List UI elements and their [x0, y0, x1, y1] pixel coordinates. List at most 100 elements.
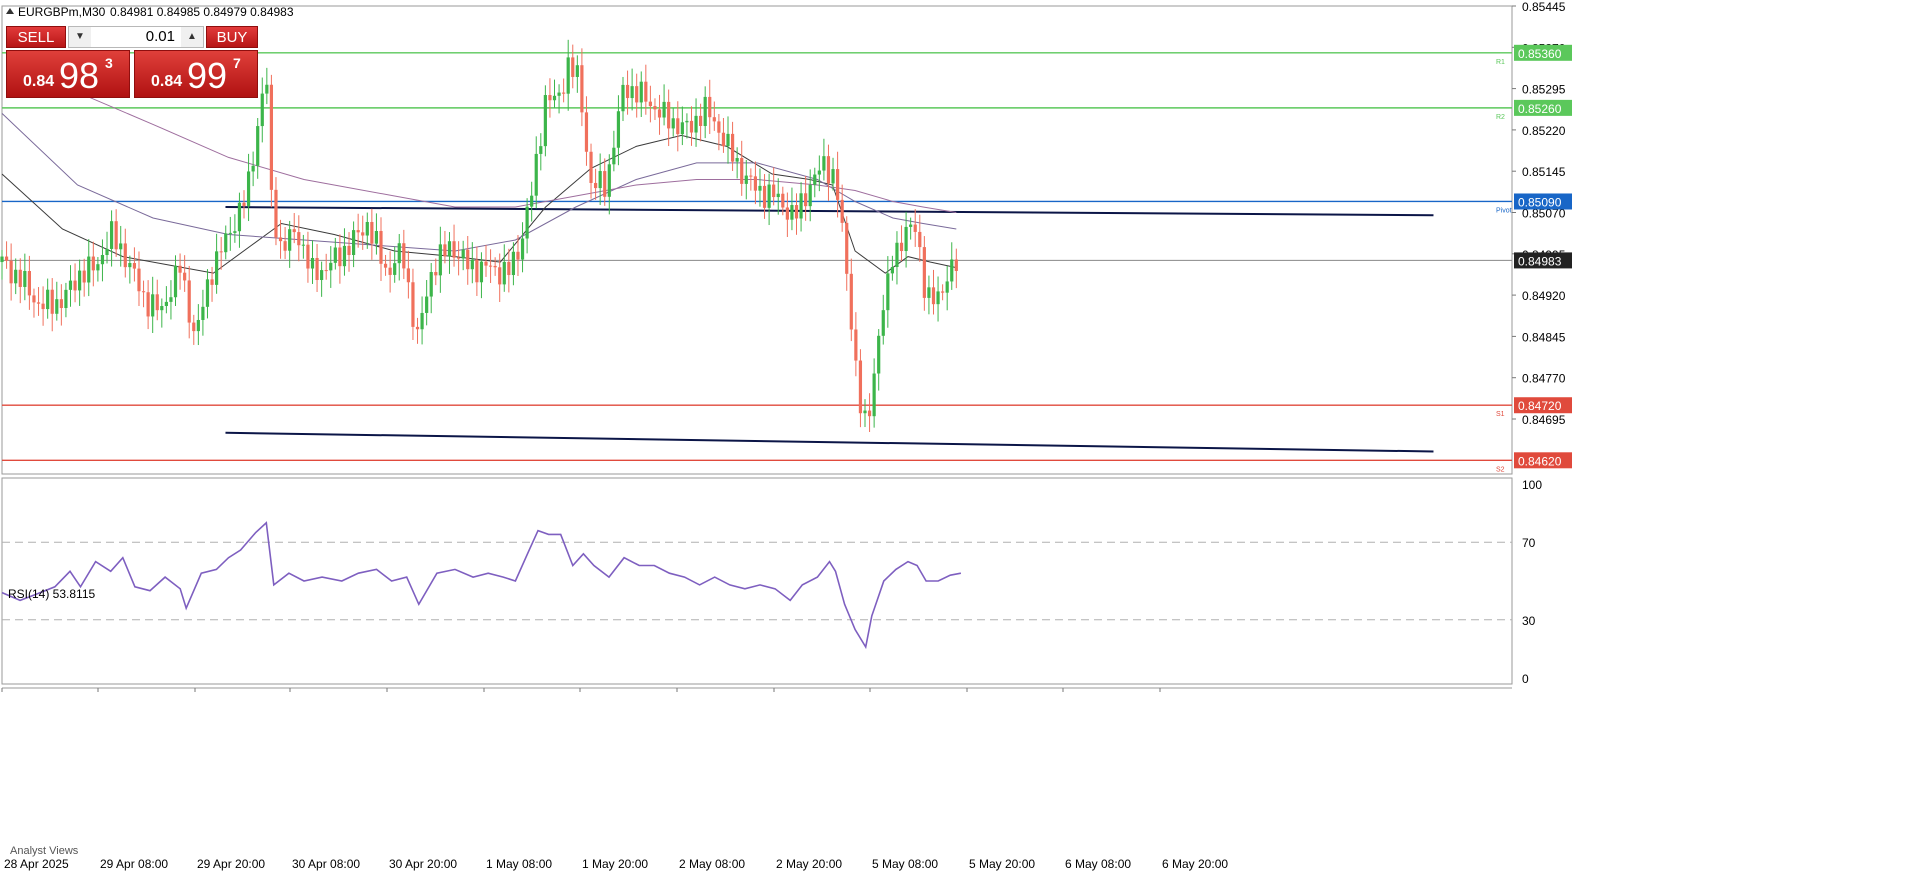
candle-body [23, 271, 27, 287]
candle-body [552, 95, 557, 101]
candle-body [283, 241, 287, 251]
candle-body [899, 242, 904, 252]
sell-price-box[interactable]: 0.84 98 3 [6, 50, 130, 98]
candle-body [639, 81, 643, 103]
candle-body [822, 156, 826, 171]
candle-body [173, 265, 178, 298]
candle-body [890, 267, 894, 274]
candle-body [361, 232, 365, 236]
chart-window: 0.854450.853700.852950.852200.851450.850… [0, 0, 1916, 874]
candle-body [598, 171, 602, 189]
candle-body [886, 273, 890, 311]
candle-body [927, 287, 931, 298]
candle-body [169, 297, 173, 302]
candle-body [68, 280, 73, 290]
candle-body [699, 115, 703, 127]
candle-body [9, 260, 13, 284]
candle-body [342, 245, 347, 267]
candle-body [794, 205, 799, 219]
price-axis-label: 0.85445 [1522, 0, 1566, 14]
candle-body [178, 265, 182, 273]
candle-body [78, 270, 82, 291]
candle-body [137, 268, 141, 292]
candle-body [589, 151, 593, 183]
candle-body [461, 249, 465, 259]
candle-body [274, 189, 278, 238]
candle-body [484, 261, 488, 266]
candle-body [767, 184, 771, 208]
candle-body [543, 95, 547, 147]
candle-body [14, 269, 18, 284]
candle-body [950, 259, 954, 282]
candle-body [114, 221, 118, 250]
candle-body [872, 373, 876, 417]
candle-body [758, 185, 762, 191]
sell-button[interactable]: SELL [6, 26, 66, 48]
candle-body [689, 120, 694, 133]
candle-body [466, 249, 470, 270]
candle-body [593, 182, 598, 189]
candle-body [301, 244, 305, 246]
price-axis-label: 0.84770 [1522, 372, 1566, 386]
candle-body [160, 306, 164, 311]
candle-body [402, 243, 406, 269]
candle-body [146, 292, 150, 317]
buy-price-box[interactable]: 0.84 99 7 [134, 50, 258, 98]
time-axis-label: 5 May 20:00 [969, 857, 1035, 871]
candle-body [196, 319, 200, 332]
candle-body [534, 153, 538, 196]
candle-body [351, 230, 356, 256]
candle-body [187, 280, 191, 323]
candle-body [87, 256, 91, 283]
candle-body [667, 101, 671, 129]
candle-body [918, 231, 922, 248]
candle-body [123, 243, 127, 268]
lot-size-value[interactable]: 0.01 [93, 27, 179, 47]
candle-body [511, 251, 516, 276]
time-axis-label: 6 May 20:00 [1162, 857, 1228, 871]
candle-body [365, 221, 369, 236]
candle-body [425, 296, 429, 313]
analyst-views-tab[interactable]: Analyst Views [10, 845, 79, 857]
candle-body [132, 263, 137, 269]
candle-body [256, 126, 260, 166]
buy-button[interactable]: BUY [206, 26, 258, 48]
candle-body [612, 147, 616, 165]
level-price-label-pivot: 0.85090 [1518, 195, 1562, 209]
candle-body [457, 257, 461, 259]
candle-body [539, 146, 543, 154]
candle-body [265, 84, 269, 94]
candle-body [881, 310, 885, 336]
candle-body [836, 169, 840, 200]
lot-increase-icon[interactable]: ▲ [181, 27, 203, 47]
time-axis-label: 6 May 08:00 [1065, 857, 1131, 871]
sell-price-big: 98 [59, 55, 100, 96]
candle-body [59, 299, 63, 309]
candle-body [479, 261, 484, 283]
price-axis-label: 0.84845 [1522, 330, 1566, 344]
candle-body [863, 410, 867, 414]
candle-body [288, 229, 292, 251]
candle-body [516, 251, 520, 260]
level-tag-s1: S1 [1496, 411, 1505, 418]
candle-body [580, 65, 584, 113]
candle-body [452, 241, 456, 258]
candle-body [429, 272, 433, 297]
candle-body [18, 269, 22, 287]
time-axis-label: 1 May 20:00 [582, 857, 648, 871]
level-price-label-r2: 0.85260 [1518, 102, 1562, 116]
rsi-axis-label: 0 [1522, 672, 1529, 686]
candle-body [233, 231, 237, 233]
lot-size-field[interactable]: ▼ 0.01 ▲ [68, 26, 204, 48]
candle-body [246, 171, 251, 206]
candle-body [370, 221, 374, 244]
chart-canvas[interactable]: 0.854450.853700.852950.852200.851450.850… [0, 0, 1916, 874]
candle-body [128, 263, 132, 268]
candle-body [306, 244, 310, 269]
candle-body [383, 263, 388, 268]
candle-body [32, 295, 36, 303]
candle-body [922, 247, 926, 298]
candle-body [877, 335, 881, 374]
lot-decrease-icon[interactable]: ▼ [69, 27, 91, 47]
candle-body [781, 193, 785, 208]
